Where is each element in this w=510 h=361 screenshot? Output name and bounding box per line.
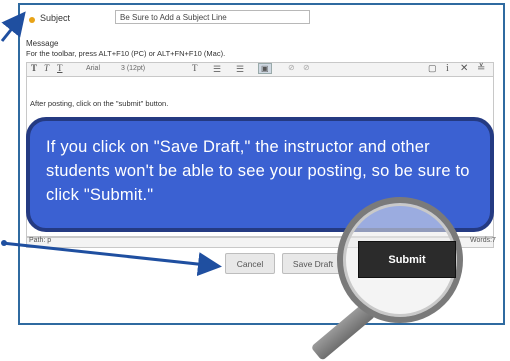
subject-arrow — [0, 11, 26, 42]
cancel-arrow-tail-icon — [1, 240, 7, 246]
arrow-annotations — [0, 11, 222, 277]
cancel-arrow — [1, 241, 222, 277]
